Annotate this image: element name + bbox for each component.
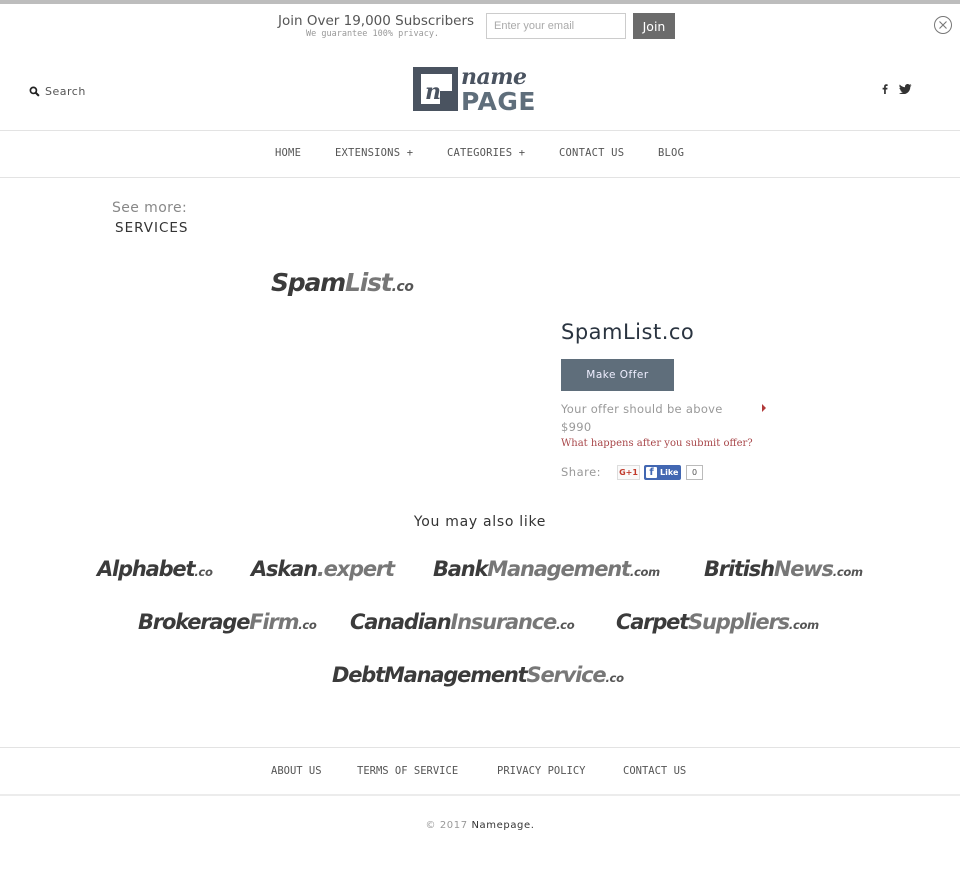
domain-part1: British xyxy=(704,557,775,581)
domain-part1: Brokerage xyxy=(138,610,250,634)
category-link-services[interactable]: SERVICES xyxy=(115,220,188,236)
domain-part2: Service xyxy=(526,663,607,687)
facebook-icon: f xyxy=(646,467,657,478)
twitter-icon xyxy=(899,84,912,94)
facebook-like-button[interactable]: f Like xyxy=(644,465,681,480)
related-domain-carpetsuppliers[interactable]: CarpetSuppliers.com xyxy=(616,610,819,634)
domain-part1: Carpet xyxy=(616,610,689,634)
copyright-prefix: © 2017 xyxy=(425,820,468,831)
newsletter-subtitle: We guarantee 100% privacy. xyxy=(306,29,440,39)
min-offer-value: $990 xyxy=(561,420,592,434)
domain-tld: .com xyxy=(788,618,819,632)
domain-part1: Canadian xyxy=(350,610,452,634)
see-more-label: See more: xyxy=(112,200,188,216)
logo-line2: PAGE xyxy=(461,87,536,112)
offer-help-link[interactable]: What happens after you submit offer? xyxy=(561,438,753,449)
search-label: Search xyxy=(45,85,86,98)
facebook-icon xyxy=(882,84,888,94)
copyright: © 2017 Namepage. xyxy=(0,820,960,831)
related-domain-alphabet[interactable]: Alphabet.co xyxy=(97,557,213,581)
facebook-like-label: Like xyxy=(660,468,679,477)
nav-item-contact-us[interactable]: CONTACT US xyxy=(559,147,624,159)
related-domain-debtmanagementservice[interactable]: DebtManagementService.co xyxy=(332,663,624,687)
nav-item-extensions[interactable]: EXTENSIONS + xyxy=(335,147,413,159)
footer-nav: ABOUT US TERMS OF SERVICE PRIVACY POLICY… xyxy=(0,747,960,796)
related-domain-britishnews[interactable]: BritishNews.com xyxy=(704,557,863,581)
top-border xyxy=(0,0,960,4)
namepage-logo-icon: n name PAGE xyxy=(413,64,536,116)
caret-right-icon[interactable] xyxy=(762,404,766,412)
related-domain-canadianinsurance[interactable]: CanadianInsurance.co xyxy=(350,610,575,634)
google-plus-button[interactable]: G+1 xyxy=(617,465,640,480)
newsletter-bar: Join Over 19,000 Subscribers We guarante… xyxy=(0,12,960,44)
social-links xyxy=(882,84,912,94)
product-title: SpamList.co xyxy=(561,320,695,344)
newsletter-email-input[interactable] xyxy=(486,13,626,39)
copyright-brand-link[interactable]: Namepage. xyxy=(471,820,534,831)
offer-note: Your offer should be above $990 xyxy=(561,400,771,436)
logo-part2: List xyxy=(345,268,393,297)
footer-link-privacy[interactable]: PRIVACY POLICY xyxy=(497,765,586,777)
logo-part1: Spam xyxy=(271,268,346,297)
nav-item-home[interactable]: HOME xyxy=(275,147,301,159)
close-icon xyxy=(939,21,947,29)
domain-part1: Askan xyxy=(251,557,318,581)
search-icon xyxy=(29,86,40,97)
domain-tld: .com xyxy=(832,565,863,579)
search-button[interactable]: Search xyxy=(29,85,86,98)
domain-part2: Firm xyxy=(249,610,299,634)
domain-tld: .co xyxy=(194,565,213,579)
domain-part2: News xyxy=(773,557,834,581)
footer-link-about-us[interactable]: ABOUT US xyxy=(271,765,322,777)
related-domain-askan[interactable]: Askan.expert xyxy=(251,557,395,581)
related-domain-brokeragefirm[interactable]: BrokerageFirm.co xyxy=(138,610,317,634)
make-offer-button[interactable]: Make Offer xyxy=(561,359,674,391)
facebook-link[interactable] xyxy=(882,84,888,94)
main-nav: HOME EXTENSIONS + CATEGORIES + CONTACT U… xyxy=(0,130,960,178)
domain-tld: .co xyxy=(556,618,575,632)
domain-tld: .co xyxy=(605,671,624,685)
footer-link-terms[interactable]: TERMS OF SERVICE xyxy=(357,765,458,777)
nav-item-categories[interactable]: CATEGORIES + xyxy=(447,147,525,159)
product-domain-logo: SpamList.co xyxy=(271,268,414,297)
close-newsletter-button[interactable] xyxy=(934,16,952,34)
domain-part2: Insurance xyxy=(450,610,557,634)
logo-tld: .co xyxy=(391,279,414,295)
domain-part2: Suppliers xyxy=(688,610,790,634)
related-domain-bankmanagement[interactable]: BankManagement.com xyxy=(433,557,660,581)
domain-tld: .com xyxy=(629,565,660,579)
share-label: Share: xyxy=(561,465,602,479)
twitter-link[interactable] xyxy=(899,84,912,94)
logo-mark: n xyxy=(425,79,441,105)
related-heading: You may also like xyxy=(413,514,547,530)
domain-part1: DebtManagement xyxy=(332,663,528,687)
domain-part1: Alphabet xyxy=(97,557,196,581)
domain-tld: .co xyxy=(298,618,317,632)
site-logo[interactable]: n name PAGE xyxy=(412,64,548,116)
newsletter-join-button[interactable]: Join xyxy=(633,13,675,39)
footer-link-contact-us[interactable]: CONTACT US xyxy=(623,765,686,777)
domain-part2: Management xyxy=(487,557,631,581)
google-plus-icon: G+1 xyxy=(619,468,638,477)
nav-item-blog[interactable]: BLOG xyxy=(658,147,684,159)
newsletter-title: Join Over 19,000 Subscribers xyxy=(278,13,475,29)
domain-part1: Bank xyxy=(433,557,489,581)
domain-part2: .expert xyxy=(316,557,395,581)
offer-note-text: Your offer should be above xyxy=(561,402,723,416)
facebook-like-count: 0 xyxy=(686,465,703,480)
